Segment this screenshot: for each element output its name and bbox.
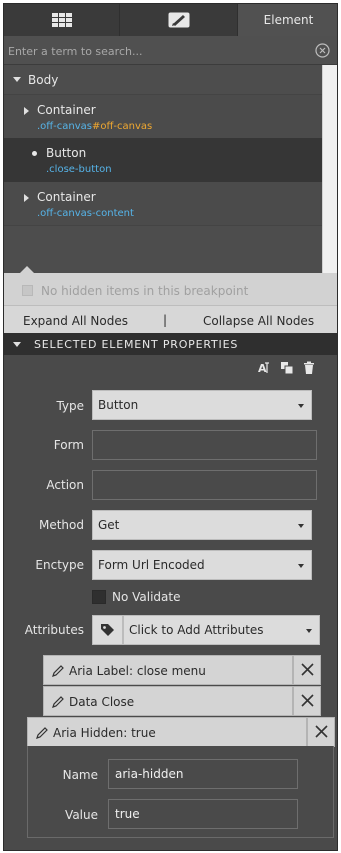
element-tree: Body Container .off-canvas#off-canvas Bu… (4, 65, 337, 273)
enctype-label: Enctype (35, 558, 84, 572)
collapse-section-icon[interactable] (13, 342, 21, 347)
tree-node-id: #off-canvas (92, 121, 153, 132)
svg-text:A: A (258, 362, 267, 375)
separator: | (163, 313, 168, 327)
close-icon (315, 725, 328, 738)
attributes-label: Attributes (24, 623, 84, 637)
design-icon (168, 12, 189, 28)
action-input[interactable] (92, 470, 317, 500)
no-validate-label: No Validate (112, 590, 181, 604)
attribute-tag-button[interactable] (92, 615, 123, 645)
collapse-all-button[interactable]: Collapse All Nodes (203, 314, 314, 328)
panel-tabs: Element (4, 4, 337, 36)
clear-search-icon[interactable] (315, 43, 330, 58)
hidden-items-checkbox (22, 285, 33, 296)
attribute-name-input[interactable]: aria-hidden (108, 759, 298, 789)
attribute-editor: Name aria-hidden Value true (27, 746, 334, 838)
tab-grid[interactable] (4, 4, 119, 36)
attribute-value-input[interactable]: true (108, 799, 298, 829)
search-bar (4, 36, 337, 65)
no-validate-checkbox[interactable] (92, 590, 106, 604)
tree-node-container[interactable]: Container .off-canvas-content (4, 182, 322, 226)
chevron-down-icon (298, 404, 304, 408)
enctype-select[interactable]: Form Url Encoded (92, 550, 312, 580)
remove-attribute-button[interactable] (293, 686, 321, 716)
expand-collapse-bar: Expand All Nodes | Collapse All Nodes (4, 305, 337, 333)
expand-triangle-icon[interactable] (13, 77, 21, 82)
attribute-chip-aria-hidden[interactable]: Aria Hidden: true (27, 717, 307, 747)
form-input[interactable] (92, 430, 317, 460)
tree-node-class: .off-canvas (37, 121, 93, 132)
collapsed-triangle-icon[interactable] (24, 194, 29, 202)
enctype-value: Form Url Encoded (98, 558, 205, 572)
remove-attribute-button[interactable] (307, 717, 335, 747)
chevron-down-icon (306, 629, 312, 633)
tab-design[interactable] (119, 4, 237, 36)
close-icon (301, 663, 314, 676)
tree-scrollbar[interactable] (322, 65, 337, 273)
chevron-down-icon (298, 524, 304, 528)
method-select[interactable]: Get (92, 510, 312, 540)
edit-pencil-icon (52, 665, 64, 677)
leaf-dot-icon (32, 151, 37, 156)
tag-icon (101, 624, 114, 636)
edit-pencil-icon (36, 727, 48, 739)
collapsed-triangle-icon[interactable] (24, 107, 29, 115)
add-attributes-placeholder: Click to Add Attributes (129, 623, 264, 637)
type-value: Button (98, 398, 139, 412)
tree-node-label: Button (46, 146, 87, 160)
section-title: SELECTED ELEMENT PROPERTIES (34, 338, 239, 351)
action-label: Action (46, 478, 84, 492)
hidden-items-text: No hidden items in this breakpoint (41, 284, 249, 298)
search-input[interactable] (8, 41, 308, 61)
tab-element[interactable]: Element (237, 4, 337, 36)
tree-node-selector: .off-canvas-content (37, 208, 134, 219)
tree-node-selector: .off-canvas#off-canvas (37, 121, 152, 132)
add-attributes-select[interactable]: Click to Add Attributes (123, 615, 320, 645)
duplicate-icon[interactable] (280, 361, 294, 375)
tree-node-label: Body (28, 73, 59, 87)
remove-attribute-button[interactable] (293, 655, 321, 685)
selected-properties-header[interactable]: SELECTED ELEMENT PROPERTIES (4, 333, 337, 355)
edit-pencil-icon (52, 696, 64, 708)
trash-icon[interactable] (302, 361, 316, 375)
chevron-down-icon (298, 564, 304, 568)
text-format-icon[interactable]: A (258, 361, 272, 375)
tree-node-button[interactable]: Button .close-button (4, 138, 322, 182)
tree-node-selector: .close-button (46, 164, 112, 175)
attribute-chip-label: Aria Hidden: true (53, 726, 156, 740)
grid-icon (51, 13, 72, 27)
attribute-chip-aria-label[interactable]: Aria Label: close menu (43, 655, 293, 685)
attribute-chip-label: Data Close (69, 695, 135, 709)
element-toolbar: A (4, 355, 337, 379)
element-panel: Element Body Container .off-canvas#off-c… (3, 3, 338, 851)
attribute-name-label: Name (62, 768, 98, 782)
tree-node-container[interactable]: Container .off-canvas#off-canvas (4, 94, 322, 138)
tree-node-label: Container (37, 103, 96, 117)
expand-all-button[interactable]: Expand All Nodes (23, 314, 128, 328)
notch-pointer (20, 266, 34, 273)
tree-node-body[interactable]: Body (4, 65, 322, 93)
tree-node-label: Container (37, 190, 96, 204)
attribute-value-label: Value (65, 808, 98, 822)
attribute-chip-data-close[interactable]: Data Close (43, 686, 293, 716)
method-value: Get (98, 518, 120, 532)
type-select[interactable]: Button (92, 390, 312, 420)
attribute-chip-label: Aria Label: close menu (69, 664, 206, 678)
close-icon (301, 694, 314, 707)
hidden-items-bar: No hidden items in this breakpoint (4, 266, 337, 305)
form-label: Form (53, 438, 84, 452)
method-label: Method (38, 518, 84, 532)
type-label: Type (56, 399, 84, 413)
